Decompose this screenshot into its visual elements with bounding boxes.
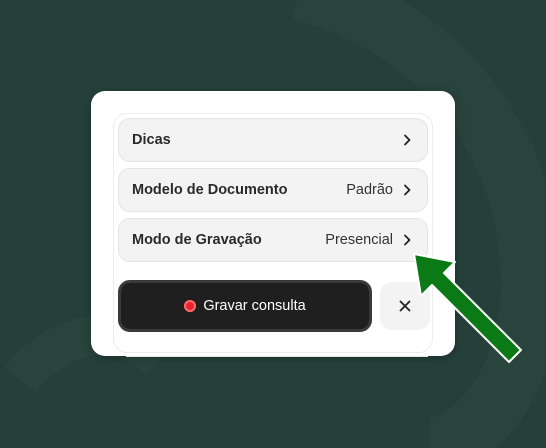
chevron-right-icon — [403, 133, 413, 147]
record-dot-icon — [184, 300, 197, 312]
chevron-right-icon — [403, 183, 413, 197]
menu-item-modo-gravacao[interactable]: Modo de Gravação Presencial — [118, 218, 428, 262]
menu-item-dicas[interactable]: Dicas — [118, 118, 428, 162]
menu-item-modelo-documento[interactable]: Modelo de Documento Padrão — [118, 168, 428, 212]
menu-item-label: Modelo de Documento — [132, 182, 288, 198]
menu-item-value: Padrão — [346, 182, 393, 198]
recording-options-panel: Dicas Modelo de Documento Padrão Modo de… — [91, 91, 455, 357]
menu-item-value: Presencial — [325, 232, 393, 248]
menu-item-label: Modo de Gravação — [132, 232, 262, 248]
close-button[interactable] — [380, 282, 430, 330]
record-consultation-button[interactable]: Gravar consulta — [118, 280, 372, 332]
close-icon — [399, 300, 411, 312]
menu-item-label: Dicas — [132, 132, 171, 148]
divider — [126, 356, 428, 357]
chevron-right-icon — [403, 233, 413, 247]
record-button-label: Gravar consulta — [203, 298, 306, 314]
